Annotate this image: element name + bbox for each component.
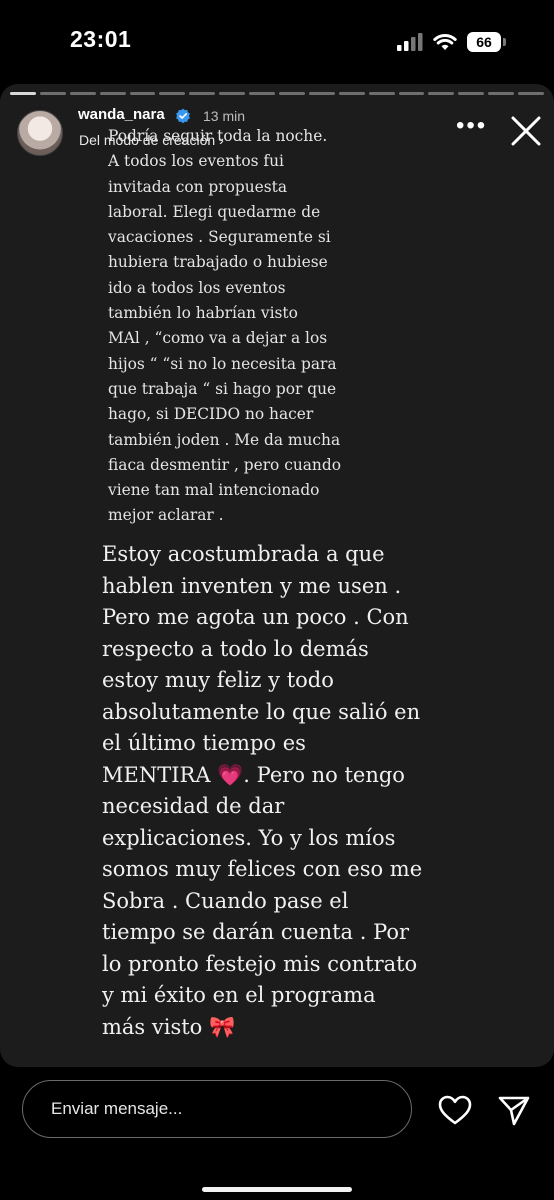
story-progress-segment <box>488 92 515 95</box>
status-icons: 66 <box>397 30 506 54</box>
story-progress-segment <box>189 92 216 95</box>
story-progress-segment <box>398 92 425 95</box>
status-bar: 23:01 66 <box>0 0 554 84</box>
story-progress-segment <box>159 92 186 95</box>
send-message-input[interactable] <box>22 1080 412 1138</box>
story-text-small: Podría seguir toda la noche. A todos los… <box>108 127 341 525</box>
story-text-large: Estoy acostumbrada a que hablen inventen… <box>102 542 423 1039</box>
avatar[interactable] <box>17 110 63 156</box>
heart-icon[interactable] <box>438 1095 472 1125</box>
battery-level: 66 <box>467 32 501 52</box>
send-icon[interactable] <box>497 1093 531 1127</box>
story-progress-segment <box>458 92 485 95</box>
story-progress-segment <box>279 92 305 95</box>
story-progress-segment <box>338 92 365 95</box>
story-card[interactable]: wanda_nara 13 min Del modo de creación ›… <box>0 84 554 1067</box>
home-indicator <box>202 1187 352 1192</box>
story-progress-segment <box>518 92 545 95</box>
wifi-icon <box>433 34 457 50</box>
story-progress-segment <box>129 92 156 95</box>
status-time: 23:01 <box>70 26 132 52</box>
story-username[interactable]: wanda_nara <box>78 106 165 123</box>
story-progress-segment <box>219 92 246 95</box>
story-progress-segment <box>368 92 395 95</box>
story-progress-segment <box>99 92 126 95</box>
story-footer <box>0 1067 554 1200</box>
story-progress-segment <box>428 92 455 95</box>
close-icon[interactable] <box>509 114 543 148</box>
more-options-icon[interactable]: ••• <box>456 114 487 138</box>
story-progress-segment <box>69 92 96 95</box>
battery-icon: 66 <box>467 32 506 52</box>
story-progress-segment <box>249 92 276 95</box>
story-progress-segment <box>39 92 66 95</box>
signal-icon <box>397 33 423 51</box>
story-time-ago: 13 min <box>203 108 246 124</box>
story-progress-segment <box>308 92 335 95</box>
story-progress-bar <box>10 92 545 95</box>
story-progress-segment <box>10 92 36 95</box>
verified-badge-icon <box>176 108 190 124</box>
